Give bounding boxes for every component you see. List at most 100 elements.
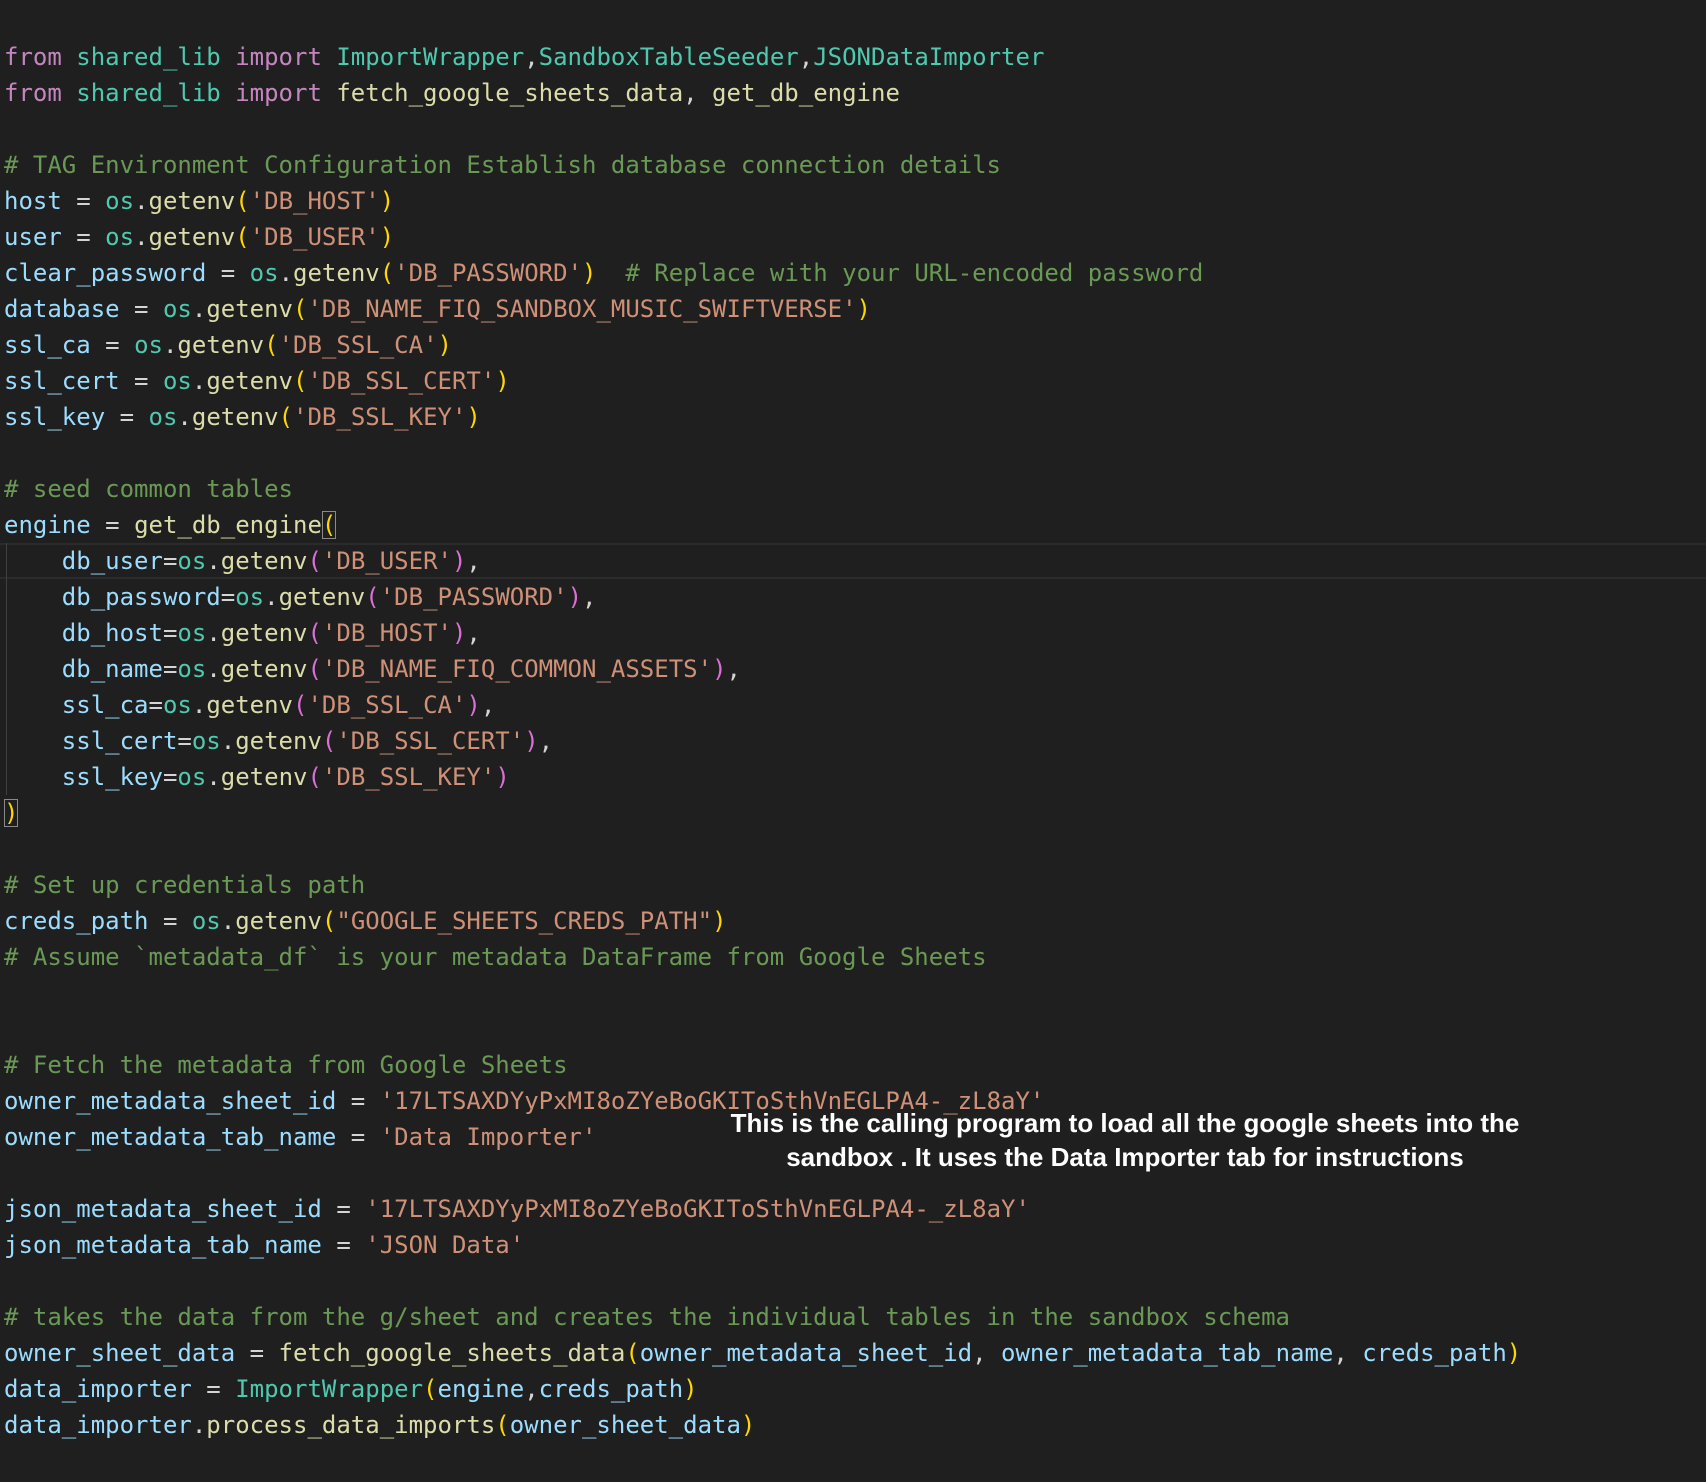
code-token: ( [235, 187, 250, 215]
code-line[interactable]: ssl_ca=os.getenv('DB_SSL_CA'), [4, 687, 1521, 723]
code-token: ssl_key [4, 403, 106, 431]
code-line[interactable]: # TAG Environment Configuration Establis… [4, 147, 1521, 183]
code-token: json_metadata_sheet_id [4, 1195, 322, 1223]
code-token: # TAG Environment Configuration Establis… [4, 151, 1001, 179]
code-token: getenv [148, 223, 236, 251]
code-token: 'DB_NAME_FIQ_COMMON_ASSETS' [321, 655, 713, 683]
code-line[interactable] [4, 831, 1521, 867]
code-line[interactable]: db_password=os.getenv('DB_PASSWORD'), [4, 579, 1521, 615]
code-token: os [177, 763, 207, 791]
code-line[interactable]: db_name=os.getenv('DB_NAME_FIQ_COMMON_AS… [4, 651, 1521, 687]
code-token: os [191, 907, 221, 935]
code-token: ssl_ca [4, 331, 91, 359]
code-token: . [134, 223, 149, 251]
code-token: = [162, 655, 178, 683]
code-token: . [191, 691, 207, 719]
code-token: from [4, 79, 62, 107]
code-line[interactable]: json_metadata_tab_name = 'JSON Data' [4, 1227, 1521, 1263]
code-token: = [61, 187, 106, 215]
code-token: = [235, 1339, 279, 1367]
code-token: engine [4, 511, 91, 539]
code-area[interactable]: from shared_lib import ImportWrapper,San… [4, 39, 1521, 1443]
code-token: , [524, 43, 539, 71]
code-token: ( [235, 223, 250, 251]
code-token: data_importer [4, 1411, 192, 1439]
code-line[interactable]: host = os.getenv('DB_HOST') [4, 183, 1521, 219]
code-line[interactable]: data_importer = ImportWrapper(engine,cre… [4, 1371, 1521, 1407]
code-token: ) [567, 583, 583, 611]
code-line[interactable]: ssl_key = os.getenv('DB_SSL_KEY') [4, 399, 1521, 435]
code-line[interactable]: database = os.getenv('DB_NAME_FIQ_SANDBO… [4, 291, 1521, 327]
annotation-line-2: sandbox . It uses the Data Importer tab … [786, 1142, 1464, 1172]
code-line[interactable] [4, 111, 1521, 147]
code-token: ) [466, 403, 481, 431]
code-line[interactable]: ssl_ca = os.getenv('DB_SSL_CA') [4, 327, 1521, 363]
code-token: 'JSON Data' [365, 1231, 525, 1259]
code-line[interactable]: engine = get_db_engine( [4, 507, 1521, 543]
code-line[interactable] [4, 1263, 1521, 1299]
code-token: getenv [206, 367, 294, 395]
code-token: . [162, 331, 178, 359]
code-line[interactable]: from shared_lib import fetch_google_shee… [4, 75, 1521, 111]
code-token: owner_metadata_sheet_id [639, 1339, 973, 1367]
code-token: fetch_google_sheets_data [278, 1339, 626, 1367]
code-line[interactable]: data_importer.process_data_imports(owner… [4, 1407, 1521, 1443]
code-token: get_db_engine [134, 511, 322, 539]
code-line[interactable]: ssl_cert = os.getenv('DB_SSL_CERT') [4, 363, 1521, 399]
annotation-callout: This is the calling program to load all … [690, 1106, 1560, 1174]
code-token: . [191, 367, 207, 395]
code-token: user [4, 223, 62, 251]
code-line[interactable]: db_host=os.getenv('DB_HOST'), [4, 615, 1521, 651]
code-line[interactable]: ) [4, 795, 1521, 831]
code-line[interactable]: ssl_cert=os.getenv('DB_SSL_CERT'), [4, 723, 1521, 759]
code-token: db_password [61, 583, 221, 611]
code-line[interactable]: # Fetch the metadata from Google Sheets [4, 1047, 1521, 1083]
code-token: owner_metadata_tab_name [1001, 1339, 1334, 1367]
code-token: . [191, 1411, 207, 1439]
code-token: import [235, 43, 322, 71]
code-line[interactable]: creds_path = os.getenv("GOOGLE_SHEETS_CR… [4, 903, 1521, 939]
code-token: . [206, 619, 221, 647]
code-token: 'DB_SSL_KEY' [321, 763, 496, 791]
code-token: creds_path [538, 1375, 684, 1403]
code-token: creds_path [4, 907, 149, 935]
code-line[interactable] [4, 435, 1521, 471]
code-token: ImportWrapper [235, 1375, 424, 1403]
code-token: os [177, 619, 207, 647]
code-token: = [61, 223, 106, 251]
code-line[interactable]: db_user=os.getenv('DB_USER'), [4, 543, 1521, 579]
code-line[interactable]: # seed common tables [4, 471, 1521, 507]
code-token: os [177, 547, 207, 575]
code-token: = [162, 763, 178, 791]
code-line[interactable] [4, 1011, 1521, 1047]
code-line[interactable]: user = os.getenv('DB_USER') [4, 219, 1521, 255]
code-editor[interactable]: from shared_lib import ImportWrapper,San… [0, 0, 1706, 1482]
code-token: os [177, 655, 207, 683]
code-token: . [206, 547, 221, 575]
code-token: os [162, 691, 192, 719]
code-line[interactable] [4, 975, 1521, 1011]
code-line[interactable]: # takes the data from the g/sheet and cr… [4, 1299, 1521, 1335]
code-token: getenv [148, 187, 236, 215]
code-token: fetch_google_sheets_data [336, 79, 684, 107]
code-token: ssl_cert [4, 367, 120, 395]
code-line[interactable]: json_metadata_sheet_id = '17LTSAXDYyPxMI… [4, 1191, 1521, 1227]
code-token: = [336, 1087, 380, 1115]
code-line[interactable]: from shared_lib import ImportWrapper,San… [4, 39, 1521, 75]
code-line[interactable]: owner_sheet_data = fetch_google_sheets_d… [4, 1335, 1521, 1371]
code-line[interactable]: ssl_key=os.getenv('DB_SSL_KEY') [4, 759, 1521, 795]
code-token: , [466, 619, 481, 647]
code-token: 'DB_SSL_KEY' [293, 403, 467, 431]
code-line[interactable]: # Set up credentials path [4, 867, 1521, 903]
code-token: os [105, 223, 135, 251]
code-token: ( [307, 763, 322, 791]
code-token: getenv [278, 583, 366, 611]
code-line[interactable]: # Assume `metadata_df` is your metadata … [4, 939, 1521, 975]
code-line[interactable]: clear_password = os.getenv('DB_PASSWORD'… [4, 255, 1521, 291]
code-token: owner_sheet_data [4, 1339, 236, 1367]
